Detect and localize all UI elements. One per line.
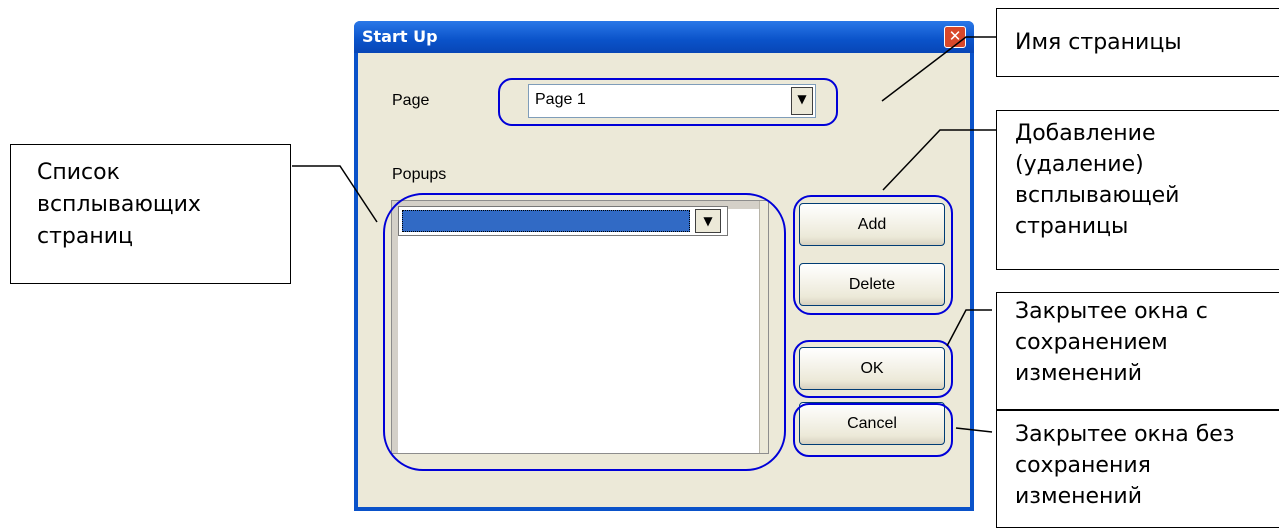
add-delete-connector [882, 129, 996, 191]
ok-connector [946, 309, 992, 347]
popup-list-annotation: Список всплывающих страниц [10, 144, 291, 284]
add-delete-annotation: Добавление (удаление) всплывающей страни… [996, 110, 1279, 270]
page-name-connector [881, 36, 996, 102]
page-name-annotation: Имя страницы [996, 8, 1279, 77]
cancel-connector [955, 427, 993, 433]
popup-list-connector [292, 165, 378, 223]
cancel-annotation: Закрытее окна без сохранения изменений [996, 410, 1279, 528]
ok-annotation: Закрытее окна с сохранением изменений [996, 292, 1279, 410]
